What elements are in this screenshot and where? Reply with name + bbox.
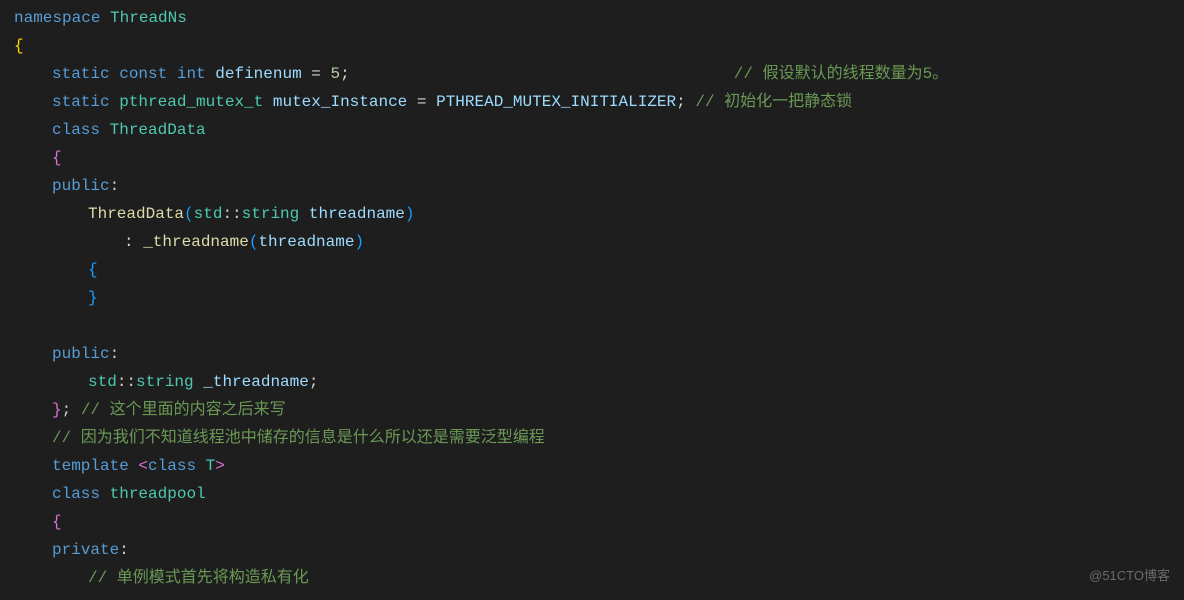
paren-close: ) — [354, 233, 364, 251]
brace-open: { — [52, 513, 62, 531]
code-line: static pthread_mutex_t mutex_Instance = … — [0, 88, 1184, 116]
code-line: private: — [0, 536, 1184, 564]
brace-close: } — [88, 289, 98, 307]
code-line: // 单例模式首先将构造私有化 — [0, 564, 1184, 592]
type-pthread-mutex: pthread_mutex_t — [119, 93, 263, 111]
keyword-namespace: namespace — [14, 9, 100, 27]
code-line: class ThreadData — [0, 116, 1184, 144]
brace-close: } — [52, 401, 62, 419]
code-line: std::string _threadname; — [0, 368, 1184, 396]
paren-open: ( — [249, 233, 259, 251]
comment: // 这个里面的内容之后来写 — [81, 401, 286, 419]
keyword-private: private — [52, 541, 119, 559]
code-line: public: — [0, 340, 1184, 368]
variable-mutex-instance: mutex_Instance — [273, 93, 407, 111]
namespace-std: std — [88, 373, 117, 391]
watermark: @51CTO博客 — [1089, 565, 1170, 588]
paren-open: ( — [184, 205, 194, 223]
class-threadpool: threadpool — [110, 485, 206, 503]
type-param-t: T — [206, 457, 216, 475]
code-line: namespace ThreadNs — [0, 4, 1184, 32]
comment: // 初始化一把静态锁 — [695, 93, 852, 111]
brace-open: { — [14, 37, 24, 55]
comment: // 因为我们不知道线程池中储存的信息是什么所以还是需要泛型编程 — [52, 429, 545, 447]
member-init: _threadname — [143, 233, 249, 251]
code-line-blank — [0, 312, 1184, 340]
brace-open: { — [52, 149, 62, 167]
keyword-public: public — [52, 177, 110, 195]
keyword-class: class — [52, 121, 100, 139]
keyword-class: class — [52, 485, 100, 503]
code-line: { — [0, 256, 1184, 284]
keyword-public: public — [52, 345, 110, 363]
angle-close: > — [215, 457, 225, 475]
number-literal: 5 — [331, 65, 341, 83]
code-line: static const int definenum = 5; // 假设默认的… — [0, 60, 1184, 88]
code-line: } — [0, 284, 1184, 312]
code-line: { — [0, 144, 1184, 172]
keyword-static: static — [52, 65, 110, 83]
namespace-std: std — [194, 205, 223, 223]
arg-threadname: threadname — [258, 233, 354, 251]
code-line: ThreadData(std::string threadname) — [0, 200, 1184, 228]
member-threadname: _threadname — [203, 373, 309, 391]
code-line: // 因为我们不知道线程池中储存的信息是什么所以还是需要泛型编程 — [0, 424, 1184, 452]
brace-open: { — [88, 261, 98, 279]
comment: // 假设默认的线程数量为5。 — [734, 65, 948, 83]
constructor-threaddata: ThreadData — [88, 205, 184, 223]
namespace-name: ThreadNs — [110, 9, 187, 27]
code-editor[interactable]: namespace ThreadNs { static const int de… — [0, 4, 1184, 592]
comment: // 单例模式首先将构造私有化 — [88, 569, 309, 587]
keyword-static: static — [52, 93, 110, 111]
keyword-const: const — [119, 65, 167, 83]
type-string: string — [136, 373, 194, 391]
angle-open: < — [138, 457, 148, 475]
class-threaddata: ThreadData — [110, 121, 206, 139]
macro-initializer: PTHREAD_MUTEX_INITIALIZER — [436, 93, 676, 111]
code-line: public: — [0, 172, 1184, 200]
keyword-class: class — [148, 457, 196, 475]
code-line: class threadpool — [0, 480, 1184, 508]
code-line: { — [0, 508, 1184, 536]
paren-close: ) — [405, 205, 415, 223]
code-line: template <class T> — [0, 452, 1184, 480]
code-line: { — [0, 32, 1184, 60]
param-threadname: threadname — [309, 205, 405, 223]
variable-definenum: definenum — [215, 65, 301, 83]
code-line: : _threadname(threadname) — [0, 228, 1184, 256]
keyword-int: int — [177, 65, 206, 83]
code-line: }; // 这个里面的内容之后来写 — [0, 396, 1184, 424]
type-string: string — [242, 205, 300, 223]
keyword-template: template — [52, 457, 129, 475]
